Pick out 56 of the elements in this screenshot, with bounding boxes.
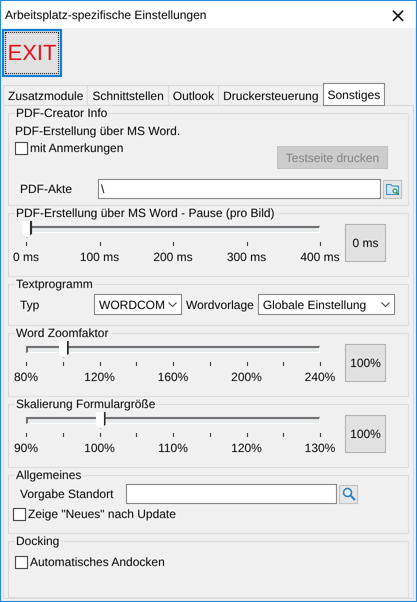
slider-thumb[interactable] [96,412,106,429]
checkbox-label: Automatisches Andocken [30,555,165,569]
slider-thumb[interactable] [22,221,32,238]
scale-label: 80% [14,370,38,384]
chevron-down-icon [380,302,390,308]
field-label: Vorgabe Standort [19,487,114,501]
group-title: PDF-Creator Info [15,106,108,120]
value-display: 100% [345,344,386,382]
scale-label: 100 ms [80,250,120,264]
type-dropdown[interactable]: WORDCOM [94,294,182,315]
field-label: Wordvorlage [186,298,254,312]
tab[interactable]: Sonstiges [322,83,386,106]
exit-button[interactable]: EXIT [2,29,62,77]
slider[interactable] [26,341,320,358]
scale-label: 120% [231,441,262,455]
scale-label: 120% [84,370,115,384]
value-display: 0 ms [345,224,386,262]
scale-label: 200% [231,370,262,384]
tab[interactable]: Druckersteuerung [218,85,324,105]
checkbox[interactable] [13,508,26,520]
chevron-down-icon [168,302,177,308]
field-label: PDF-Akte [19,182,74,196]
checkbox[interactable] [15,556,28,568]
slider[interactable] [26,412,320,429]
group-title: Docking [15,534,60,548]
pdf-file-field[interactable]: \ [98,179,381,199]
scale-label: 300 ms [226,250,266,264]
group-title: Allgemeines [15,468,82,482]
checkbox-label: mit Anmerkungen [30,141,124,155]
scale-label: 90% [14,441,38,455]
location-field[interactable] [126,484,337,504]
scale-label: 160% [158,370,188,384]
scale-label: 400 ms [300,250,340,264]
scale-label: 200 ms [153,250,193,264]
browse-button[interactable] [383,180,402,198]
group-title: Skalierung Formulargröße [15,397,156,411]
slider-thumb[interactable] [58,341,69,358]
group-title: Textprogramm [15,277,94,291]
value-display: 100% [345,415,386,453]
scale-label: 110% [158,441,188,455]
window-title: Arbeitsplatz-spezifische Einstellungen [5,8,206,22]
search-button[interactable] [339,484,358,504]
group-title: Word Zoomfaktor [15,326,110,340]
group-title: PDF-Erstellung über MS Word - Pause (pro Bild) [15,206,276,220]
info-text: PDF-Erstellung über MS Word. [15,124,182,138]
checkbox[interactable] [15,142,28,154]
close-button[interactable]: × [380,1,416,28]
scale-label: 240% [304,370,336,384]
scale-label: 130% [304,441,336,455]
folder-icon [386,183,400,195]
field-label: Typ [19,298,40,312]
scale-label: 100% [84,441,115,455]
scale-label: 0 ms [13,250,39,264]
search-icon [342,487,356,501]
checkbox-label: Zeige "Neues" nach Update [28,507,176,521]
template-dropdown[interactable]: Globale Einstellung [258,294,395,315]
